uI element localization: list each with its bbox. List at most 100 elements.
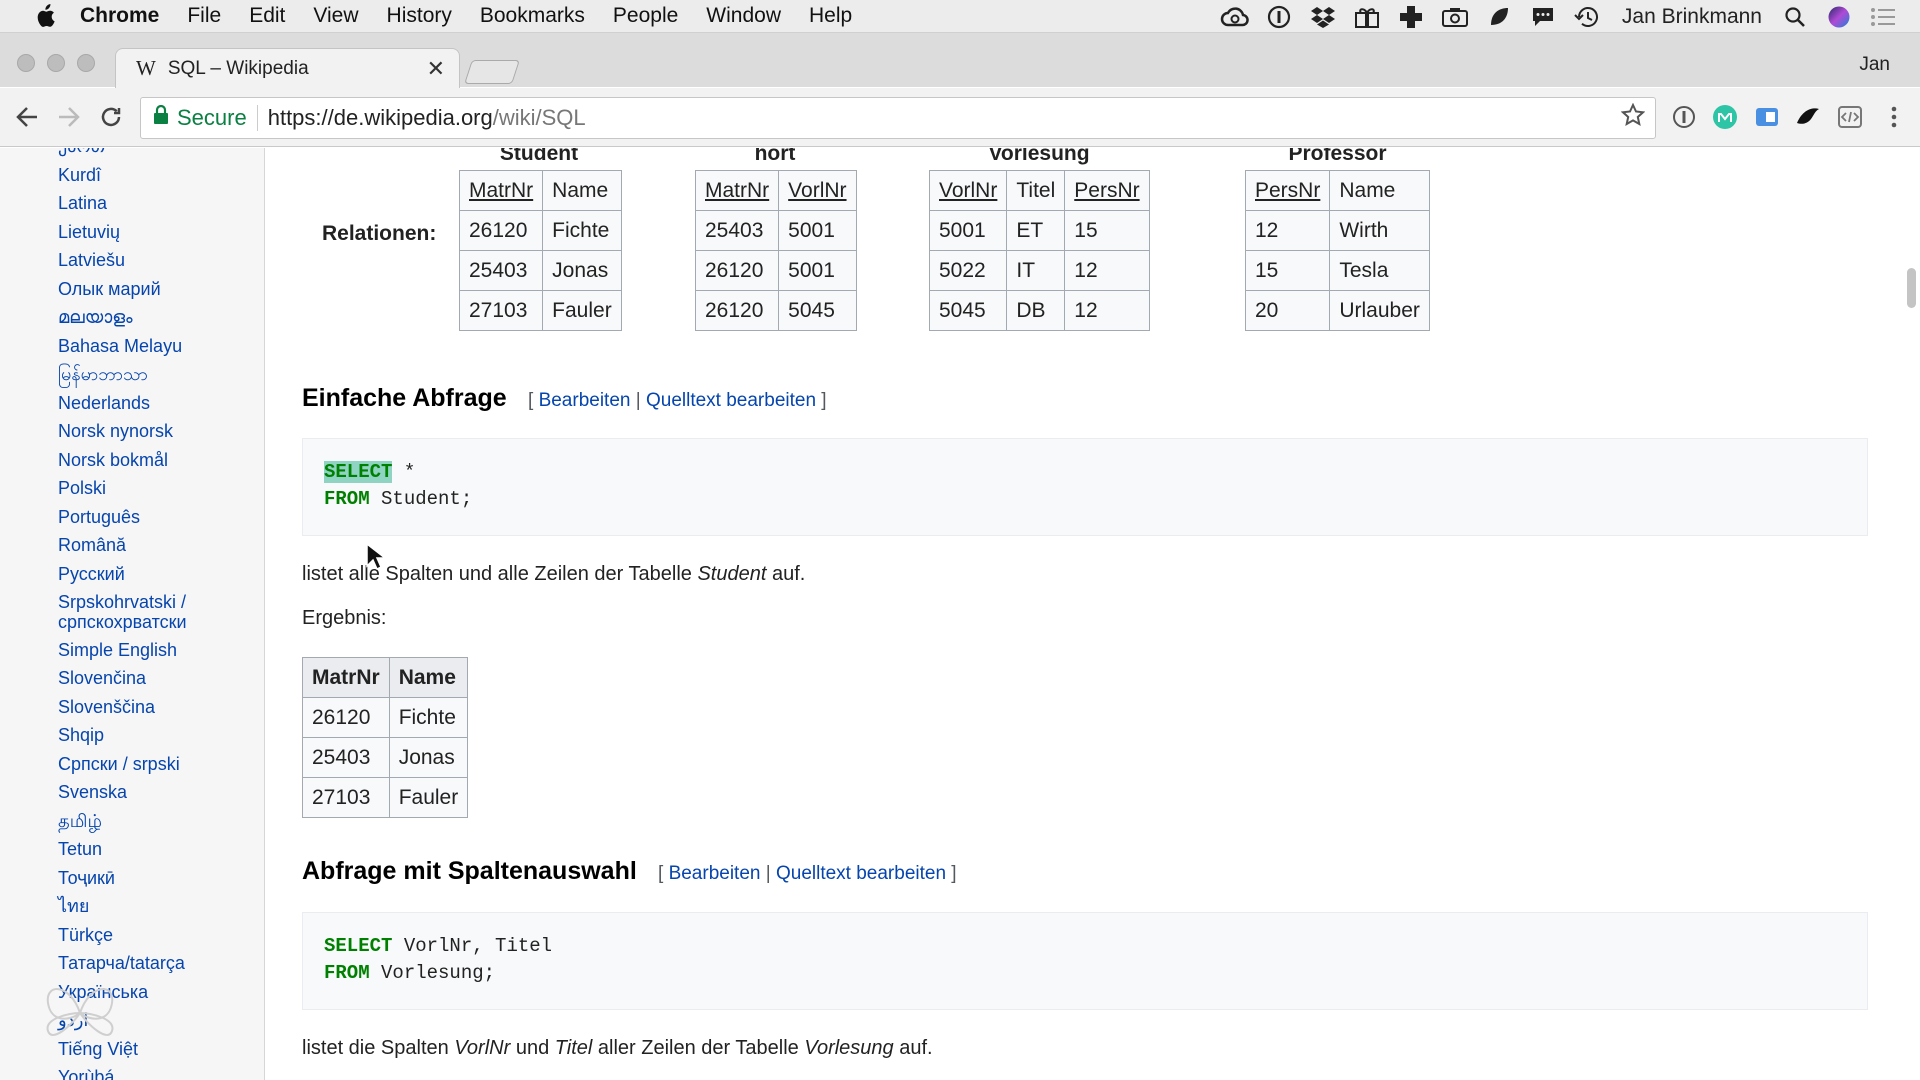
sidebar-language-link[interactable]: Олык марий [58, 279, 258, 300]
kebab-icon[interactable] [1880, 103, 1908, 131]
section-edit-links: [ Bearbeiten | Quelltext bearbeiten ] [658, 863, 957, 884]
profile-label[interactable]: Jan [1859, 54, 1890, 76]
sidebar-language-link[interactable]: Nederlands [58, 393, 258, 414]
sidebar-language-link[interactable]: Slovenščina [58, 697, 258, 718]
sidebar-language-link[interactable]: മലയാളം [58, 307, 258, 328]
siri-icon[interactable] [1824, 4, 1854, 30]
sidebar-language-link[interactable]: Português [58, 507, 258, 528]
sidebar-language-link[interactable]: Norsk nynorsk [58, 421, 258, 442]
tab-sql-wikipedia[interactable]: W SQL – Wikipedia ✕ [115, 48, 460, 88]
menu-help[interactable]: Help [809, 4, 852, 28]
plus-icon[interactable] [1396, 4, 1426, 30]
menu-edit[interactable]: Edit [249, 4, 285, 28]
sidebar-language-link[interactable]: Татарча/tatarça [58, 953, 258, 974]
sidebar-language-link[interactable]: Türkçe [58, 925, 258, 946]
sidebar-language-link[interactable]: Shqip [58, 725, 258, 746]
edit-link[interactable]: Bearbeiten [669, 863, 761, 884]
edit-link[interactable]: Bearbeiten [539, 390, 631, 411]
leaf-icon[interactable] [1484, 4, 1514, 30]
lock-icon[interactable] [153, 104, 169, 131]
code-keyword: SELECT [324, 935, 393, 957]
apple-icon[interactable] [30, 4, 60, 28]
sidebar-language-link[interactable]: தமிழ் [58, 811, 258, 832]
sidebar-language-link[interactable]: Yorùbá [58, 1067, 258, 1080]
mercury-extension-icon[interactable] [1711, 103, 1739, 131]
table-cell: 27103 [302, 777, 390, 818]
relations-label: Relationen: [322, 222, 437, 245]
menu-file[interactable]: File [187, 4, 221, 28]
table-cell: 5001 [928, 210, 1008, 251]
menu-window[interactable]: Window [706, 4, 781, 28]
sidebar-language-link[interactable]: Latviešu [58, 250, 258, 271]
table-header: MatrNr [694, 170, 780, 211]
menu-history[interactable]: History [387, 4, 452, 28]
macos-menubar: Chrome File Edit View History Bookmarks … [0, 0, 1920, 33]
bird-extension-icon[interactable] [1794, 103, 1822, 131]
sidebar-language-link[interactable]: Српски / srpski [58, 754, 258, 775]
sidebar-language-link[interactable]: Simple English [58, 640, 258, 661]
table-cell: 25403 [458, 250, 544, 291]
code-extension-icon[interactable] [1836, 103, 1864, 131]
back-icon[interactable] [10, 100, 44, 134]
table-cell: Jonas [542, 250, 622, 291]
dropbox-icon[interactable] [1308, 4, 1338, 30]
sidebar-language-link[interactable]: Svenska [58, 782, 258, 803]
table-cell: 26120 [694, 250, 780, 291]
menu-view[interactable]: View [313, 4, 358, 28]
sidebar-language-link[interactable]: Lietuvių [58, 222, 258, 243]
window-minimize-button[interactable] [47, 54, 65, 72]
sidebar-language-link[interactable]: Bahasa Melayu [58, 336, 258, 357]
star-icon[interactable] [1620, 102, 1646, 134]
secure-label: Secure [177, 105, 247, 130]
forward-icon[interactable] [52, 100, 86, 134]
source-edit-link[interactable]: Quelltext bearbeiten [776, 863, 946, 884]
search-icon[interactable] [1780, 4, 1810, 30]
notification-icon[interactable] [1868, 4, 1898, 30]
sidebar-language-link[interactable]: Kurdî [58, 165, 258, 186]
sidebar-language-link[interactable]: မြန်မာဘာသာ [58, 364, 258, 385]
sidebar-language-link[interactable]: Română [58, 535, 258, 556]
page-scrollbar-thumb[interactable] [1907, 268, 1916, 308]
menu-bookmarks[interactable]: Bookmarks [480, 4, 585, 28]
source-edit-link[interactable]: Quelltext bearbeiten [646, 390, 816, 411]
screen-extension-icon[interactable] [1753, 103, 1781, 131]
window-close-button[interactable] [17, 54, 35, 72]
table-header: VorlNr [928, 170, 1008, 211]
1password-icon[interactable] [1264, 4, 1294, 30]
window-zoom-button[interactable] [77, 54, 95, 72]
sidebar-language-link[interactable]: Русский [58, 564, 258, 585]
new-tab-button[interactable] [464, 60, 520, 84]
sidebar-language-link[interactable]: ไทย [58, 896, 258, 917]
code-keyword: FROM [324, 488, 370, 510]
sidebar-language-link[interactable]: Polski [58, 478, 258, 499]
creative-cloud-icon[interactable] [1220, 4, 1250, 30]
emphasis: Vorlesung [804, 1037, 894, 1059]
time-machine-icon[interactable] [1572, 4, 1602, 30]
chat-icon[interactable] [1528, 4, 1558, 30]
sidebar-language-link[interactable]: ქართ [58, 148, 258, 157]
table-caption-hoert: hört [754, 148, 796, 165]
sidebar-language-link[interactable]: Srpskohrvatski / српскохрватски [58, 592, 258, 632]
sidebar-language-link[interactable]: Tetun [58, 839, 258, 860]
code-text: Vorlesung; [369, 962, 496, 984]
address-bar[interactable]: Secure https://de.wikipedia.org/wiki/SQL [140, 97, 1656, 139]
table-cell: 27103 [458, 290, 544, 331]
tab-close-icon[interactable]: ✕ [427, 56, 445, 82]
1password-extension-icon[interactable] [1670, 103, 1698, 131]
menubar-user-name[interactable]: Jan Brinkmann [1622, 5, 1762, 29]
sidebar-language-link[interactable]: Latina [58, 193, 258, 214]
sidebar-language-link[interactable]: Тоҷикӣ [58, 868, 258, 889]
menu-app-name[interactable]: Chrome [80, 4, 159, 28]
menu-people[interactable]: People [613, 4, 678, 28]
gift-icon[interactable] [1352, 4, 1382, 30]
table-row: 20 Urlauber [1244, 290, 1430, 331]
sidebar-language-link[interactable]: Slovenčina [58, 668, 258, 689]
sidebar-language-link[interactable]: Norsk bokmål [58, 450, 258, 471]
camera-icon[interactable] [1440, 4, 1470, 30]
table-cell: 25403 [694, 210, 780, 251]
code-keyword: SELECT [324, 461, 393, 483]
table-row: 5045 DB 12 [928, 290, 1150, 331]
table-row: 25403 Jonas [458, 250, 622, 291]
reload-icon[interactable] [94, 100, 128, 134]
table-cell: 12 [1244, 210, 1331, 251]
